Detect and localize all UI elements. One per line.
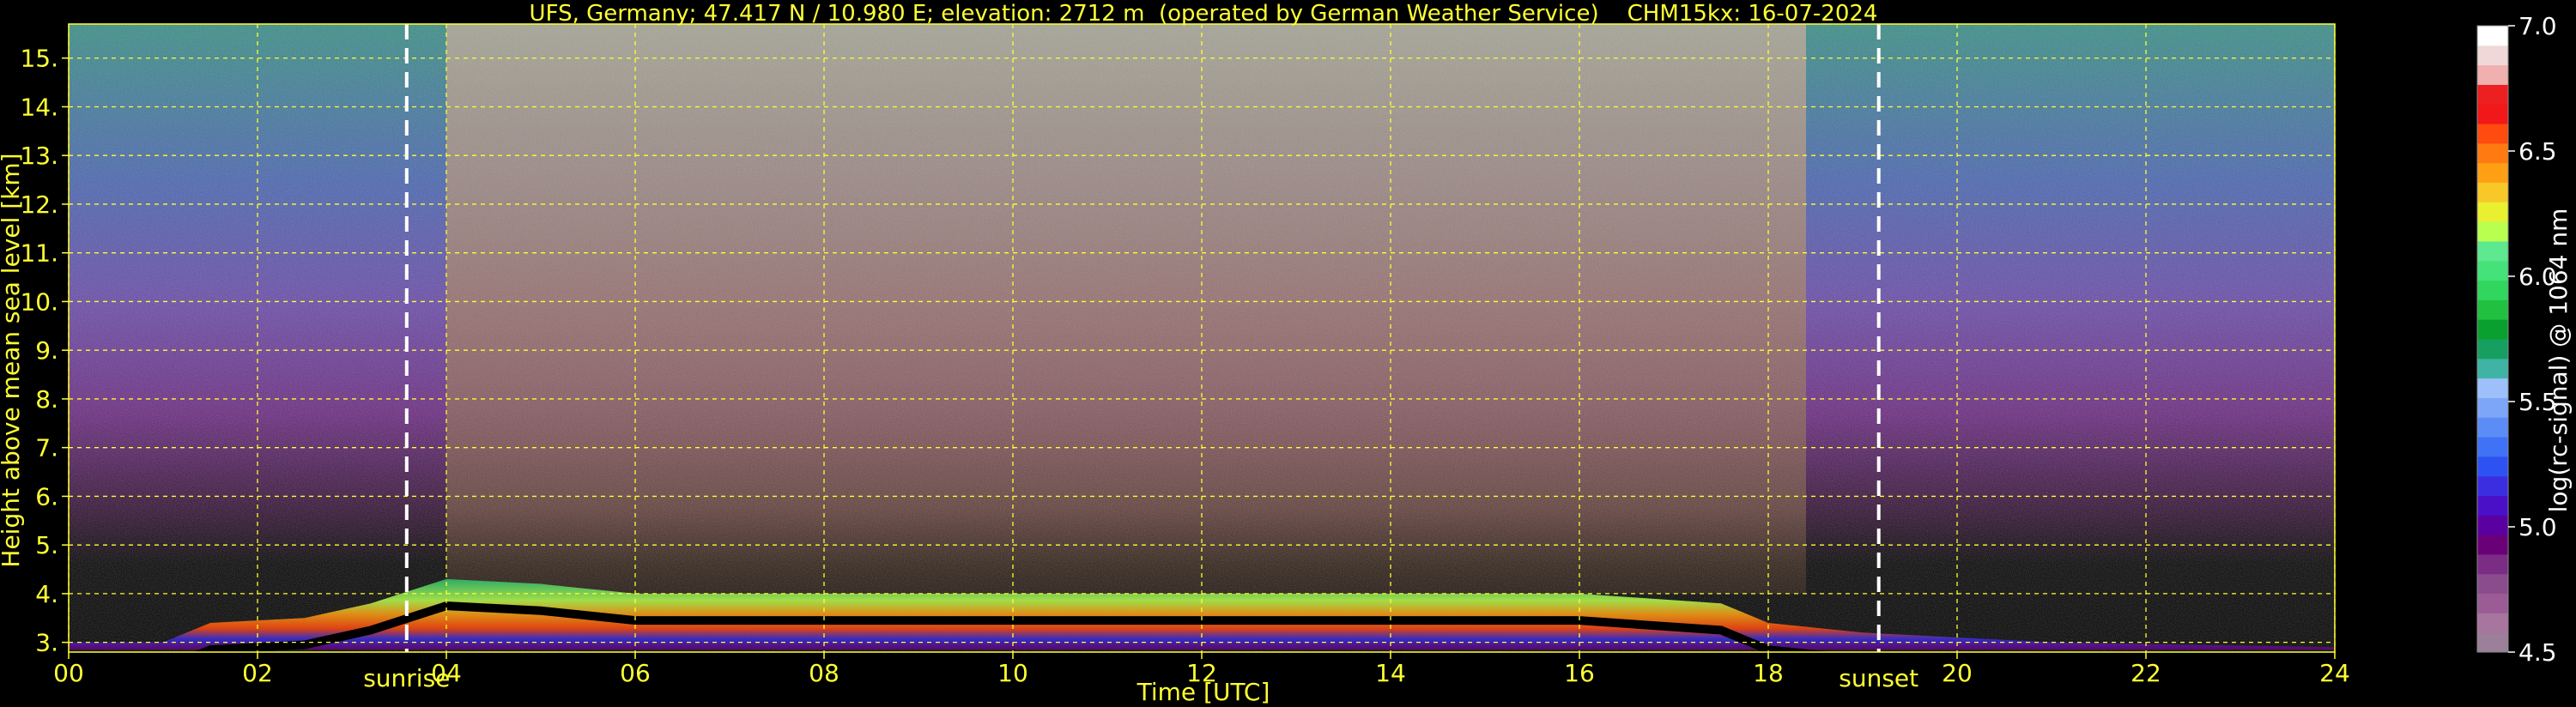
y-axis-label: Height above mean sea level [km] [0,153,25,567]
x-tick-label: 08 [809,659,839,687]
colorbar-segment [2477,124,2508,144]
y-tick-label: 13. [20,142,58,170]
colorbar-segment [2477,142,2508,164]
colorbar-segment [2477,593,2508,613]
colorbar-segment [2477,417,2508,438]
y-tick-label: 7. [35,434,58,462]
colorbar-segment [2477,495,2508,516]
colorbar-tick-label: 7.0 [2518,12,2557,40]
y-tick-label: 8. [35,385,58,414]
y-tick-label: 9. [35,336,58,365]
y-axis-ticks: 3. 4. 5. 6. 7. 8. 9. 10. 11. 12. 13. 14. 15. [20,45,69,657]
colorbar-segment [2477,573,2508,595]
colorbar-tick-label: 6.5 [2518,137,2557,166]
x-tick-label: 16 [1564,659,1595,687]
colorbar-segment [2477,84,2508,105]
colorbar-segment [2477,64,2508,85]
y-tick-label: 6. [35,482,58,511]
colorbar-segment [2477,358,2508,379]
colorbar-segment [2477,162,2508,183]
x-tick-label: 14 [1375,659,1406,687]
x-tick-label: 20 [1942,659,1973,687]
colorbar-segment [2477,319,2508,340]
colorbar-segment [2477,475,2508,496]
lidar-chart: sunrise sunset 3.4.5.6.7.8.9.10.11.12.13.… [0,1,2573,706]
y-tick-label: 5. [35,531,58,559]
colorbar-tick-label: 4.5 [2518,638,2557,667]
x-tick-label: 24 [2319,659,2350,687]
colorbar-segment [2477,515,2508,535]
y-tick-label: 12. [20,190,58,219]
y-tick-label: 4. [35,580,58,608]
colorbar-segment [2477,437,2508,457]
colorbar-segment [2477,456,2508,477]
y-tick-label: 10. [20,287,58,316]
colorbar-segment [2477,260,2508,281]
colorbar-segment [2477,182,2508,202]
colorbar-segment [2477,613,2508,633]
colorbar-segment [2477,378,2508,398]
colorbar-segment [2477,221,2508,242]
x-tick-label: 02 [242,659,273,687]
colorbar-segment [2477,535,2508,555]
colorbar-segment [2477,280,2508,300]
colorbar-segment [2477,240,2508,262]
x-tick-label: 00 [53,659,84,687]
colorbar-segment [2477,553,2508,575]
colorbar-segment [2477,202,2508,222]
x-tick-label: 18 [1753,659,1784,687]
chart-title: UFS, Germany; 47.417 N / 10.980 E; eleva… [530,1,1878,27]
x-tick-label: 06 [620,659,651,687]
colorbar-segment [2477,45,2508,66]
y-tick-label: 11. [20,239,58,268]
y-tick-label: 3. [35,629,58,657]
x-tick-label: 04 [431,659,462,687]
x-tick-label: 10 [997,659,1028,687]
colorbar-segment [2477,632,2508,653]
y-tick-label: 14. [20,93,58,121]
colorbar-segment [2477,397,2508,418]
colorbar-segment [2477,104,2508,124]
y-tick-label: 15. [20,45,58,73]
colorbar-segment [2477,299,2508,320]
colorbar-segment [2477,339,2508,360]
sunset-label: sunset [1839,664,1918,692]
x-axis-label: Time [UTC] [1136,678,1270,706]
colorbar-segment [2477,26,2508,46]
x-tick-label: 22 [2131,659,2161,687]
colorbar-label: log(rc-signal) @ 1064 nm [2544,208,2573,513]
colorbar-tick-label: 5.0 [2518,513,2557,541]
